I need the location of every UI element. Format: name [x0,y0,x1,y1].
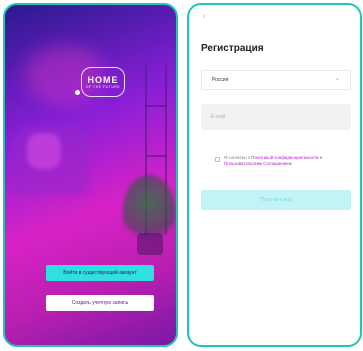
chevron-down-icon: ⌄ [334,76,340,82]
page-title: Регистрация [201,43,264,54]
background-shelf-board [145,155,167,157]
user-agreement-link[interactable]: Пользовательским Соглашением [224,161,292,166]
consent-prefix: Я согласен с [224,155,252,160]
consent-text: Я согласен с Политикой конфиденциальност… [224,155,344,167]
email-field[interactable] [201,104,351,130]
get-code-button[interactable]: Получить код [201,190,351,210]
welcome-screen: HOME OF THE FUTURE Войти в существующий … [3,3,178,347]
country-select[interactable]: Россия ⌄ [201,70,351,90]
back-arrow-icon[interactable]: ‹ [203,13,205,20]
registration-screen: ‹ Регистрация Россия ⌄ Я согласен с Поли… [187,3,362,347]
privacy-policy-link[interactable]: Политикой конфиденциальности [251,155,318,160]
logo-text: HOME [87,74,119,85]
background-shelf-board [145,105,167,107]
logo-subtext: OF THE FUTURE [85,84,121,89]
login-existing-account-button[interactable]: Войти в существующий аккаунт [46,265,154,281]
country-select-value: Россия [212,77,229,83]
create-account-button[interactable]: Создать учетную запись [46,295,154,311]
background-pot [137,233,163,255]
app-logo: HOME OF THE FUTURE [81,67,125,97]
consent-and: и [318,155,323,160]
consent-checkbox[interactable] [215,157,220,162]
light-dot-icon [75,90,80,95]
background-cushion [27,133,61,169]
